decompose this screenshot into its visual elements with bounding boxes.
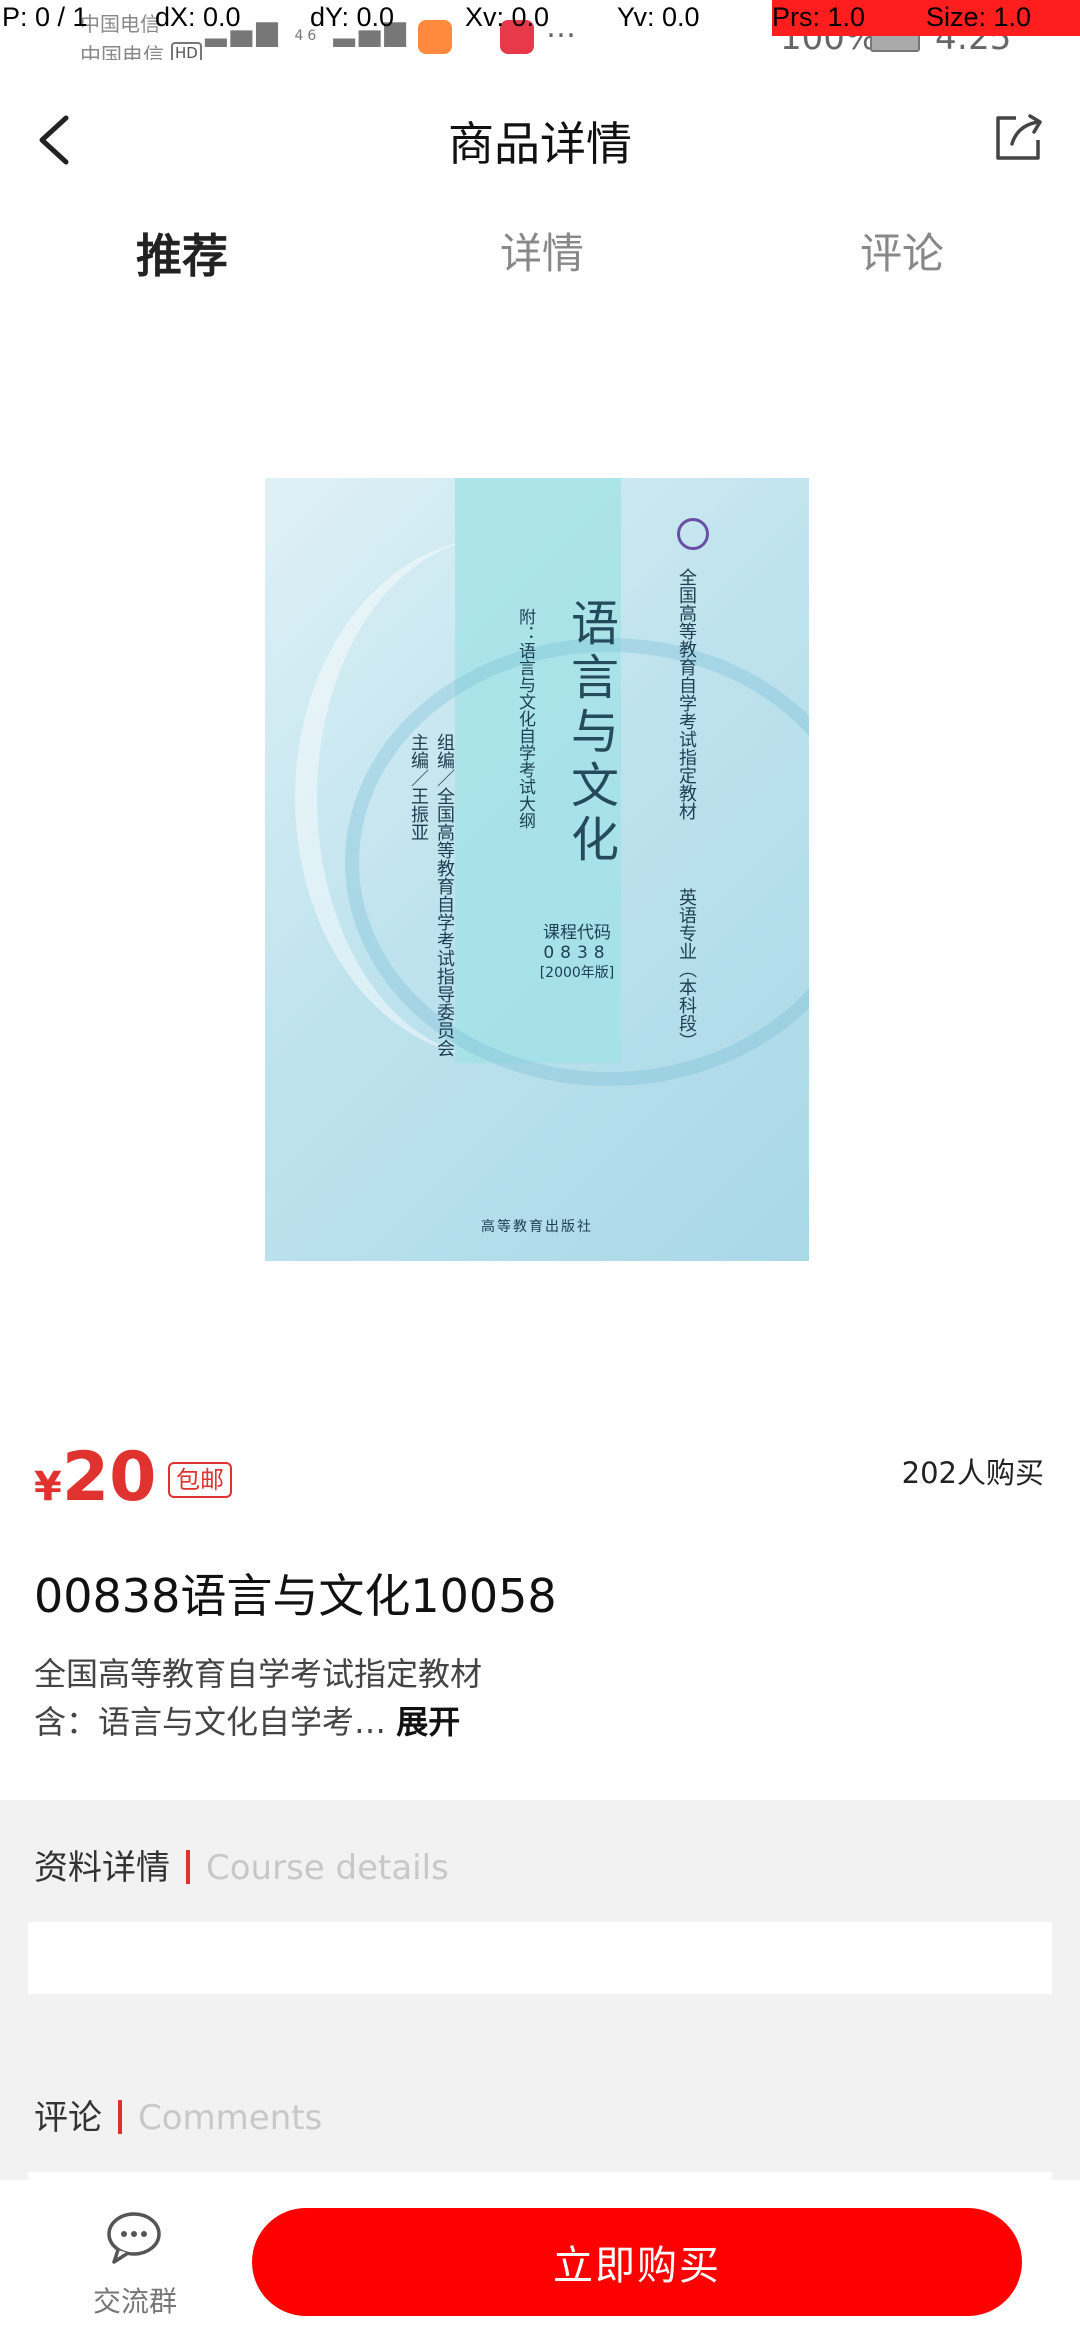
debug-xv: Xv: 0.0 (465, 2, 550, 32)
chat-group-icon[interactable] (104, 2210, 164, 2266)
section-title: 评论 (34, 2098, 102, 2138)
free-shipping-badge: 包邮 (168, 1462, 232, 1498)
cover-appendix: 附：语言与文化自学考试大纲 (515, 608, 535, 829)
tab-recommend[interactable]: 推荐 (136, 220, 228, 286)
course-code-label: 课程代码 (543, 923, 611, 943)
price-value: 20 (61, 1438, 157, 1517)
debug-pointer: P: 0 / 1 (2, 2, 88, 32)
product-title: 00838语言与文化10058 (34, 1569, 557, 1623)
section-subtitle: Course details (206, 1848, 449, 1888)
status-bar: 中国电信 中国电信 HD ▂▄▆ 46 ▂▄▆ … 100% 4:25 P: 0… (0, 0, 1080, 60)
cover-series-major: 英语专业（本科段） (676, 888, 697, 1050)
cover-organizer: 组编／全国高等教育自学考试指导委员会 (434, 733, 455, 1057)
product-description: 全国高等教育自学考试指定教材 含：语言与文化自学考… 展开 (34, 1650, 482, 1746)
carrier-label: 中国电信 (80, 12, 160, 36)
debug-dx: dX: 0.0 (155, 2, 241, 32)
section-header-details: 资料详情 Course details (34, 1840, 449, 1889)
cover-course-code: 课程代码 0838 [2000年版] (527, 923, 627, 983)
section-subtitle: Comments (138, 2098, 323, 2138)
section-divider (118, 2100, 122, 2134)
expand-button[interactable]: 展开 (396, 1703, 460, 1741)
cover-editor: 主编／王振亚 (408, 733, 429, 841)
debug-dy: dY: 0.0 (310, 2, 395, 32)
tab-bar: 推荐 详情 评论 (0, 220, 1080, 290)
section-title: 资料详情 (34, 1848, 170, 1888)
details-content (28, 1922, 1052, 1994)
cover-title: 语言与文化 (562, 598, 618, 868)
share-icon[interactable] (990, 110, 1046, 166)
section-header-comments: 评论 Comments (34, 2090, 322, 2139)
carrier-label-secondary: 中国电信 (80, 44, 164, 60)
debug-size: Size: 1.0 (926, 2, 1032, 32)
description-line: 含：语言与文化自学考… (34, 1703, 387, 1741)
cover-series: 全国高等教育自学考试指定教材 (676, 568, 697, 820)
app-header: 商品详情 (0, 90, 1080, 190)
edition: [2000年版] (539, 965, 615, 981)
debug-yv: Yv: 0.0 (617, 2, 700, 32)
bottom-action-bar: 交流群 立即购买 (0, 2180, 1080, 2340)
page-title: 商品详情 (448, 117, 632, 171)
buyer-count: 202人购买 (901, 1456, 1044, 1490)
section-divider (186, 1850, 190, 1884)
chat-group-label[interactable]: 交流群 (60, 2280, 210, 2320)
price: ¥20 (34, 1438, 156, 1517)
tab-details[interactable]: 详情 (500, 220, 584, 281)
tab-comments[interactable]: 评论 (860, 220, 944, 281)
buy-now-button[interactable]: 立即购买 (252, 2208, 1022, 2316)
app-notification-icon (418, 20, 452, 54)
currency-symbol: ¥ (34, 1464, 62, 1510)
debug-pressure: Prs: 1.0 (772, 2, 866, 32)
course-code: 0838 (543, 943, 611, 963)
description-line: 全国高等教育自学考试指定教材 (34, 1655, 483, 1693)
hd-badge: HD (171, 42, 202, 60)
cover-publisher: 高等教育出版社 (481, 1219, 593, 1235)
product-image[interactable]: 全国高等教育自学考试指定教材 英语专业（本科段） 语言与文化 附：语言与文化自学… (265, 478, 809, 1261)
more-notifications-icon: … (546, 10, 576, 45)
publisher-logo-icon (677, 518, 709, 550)
